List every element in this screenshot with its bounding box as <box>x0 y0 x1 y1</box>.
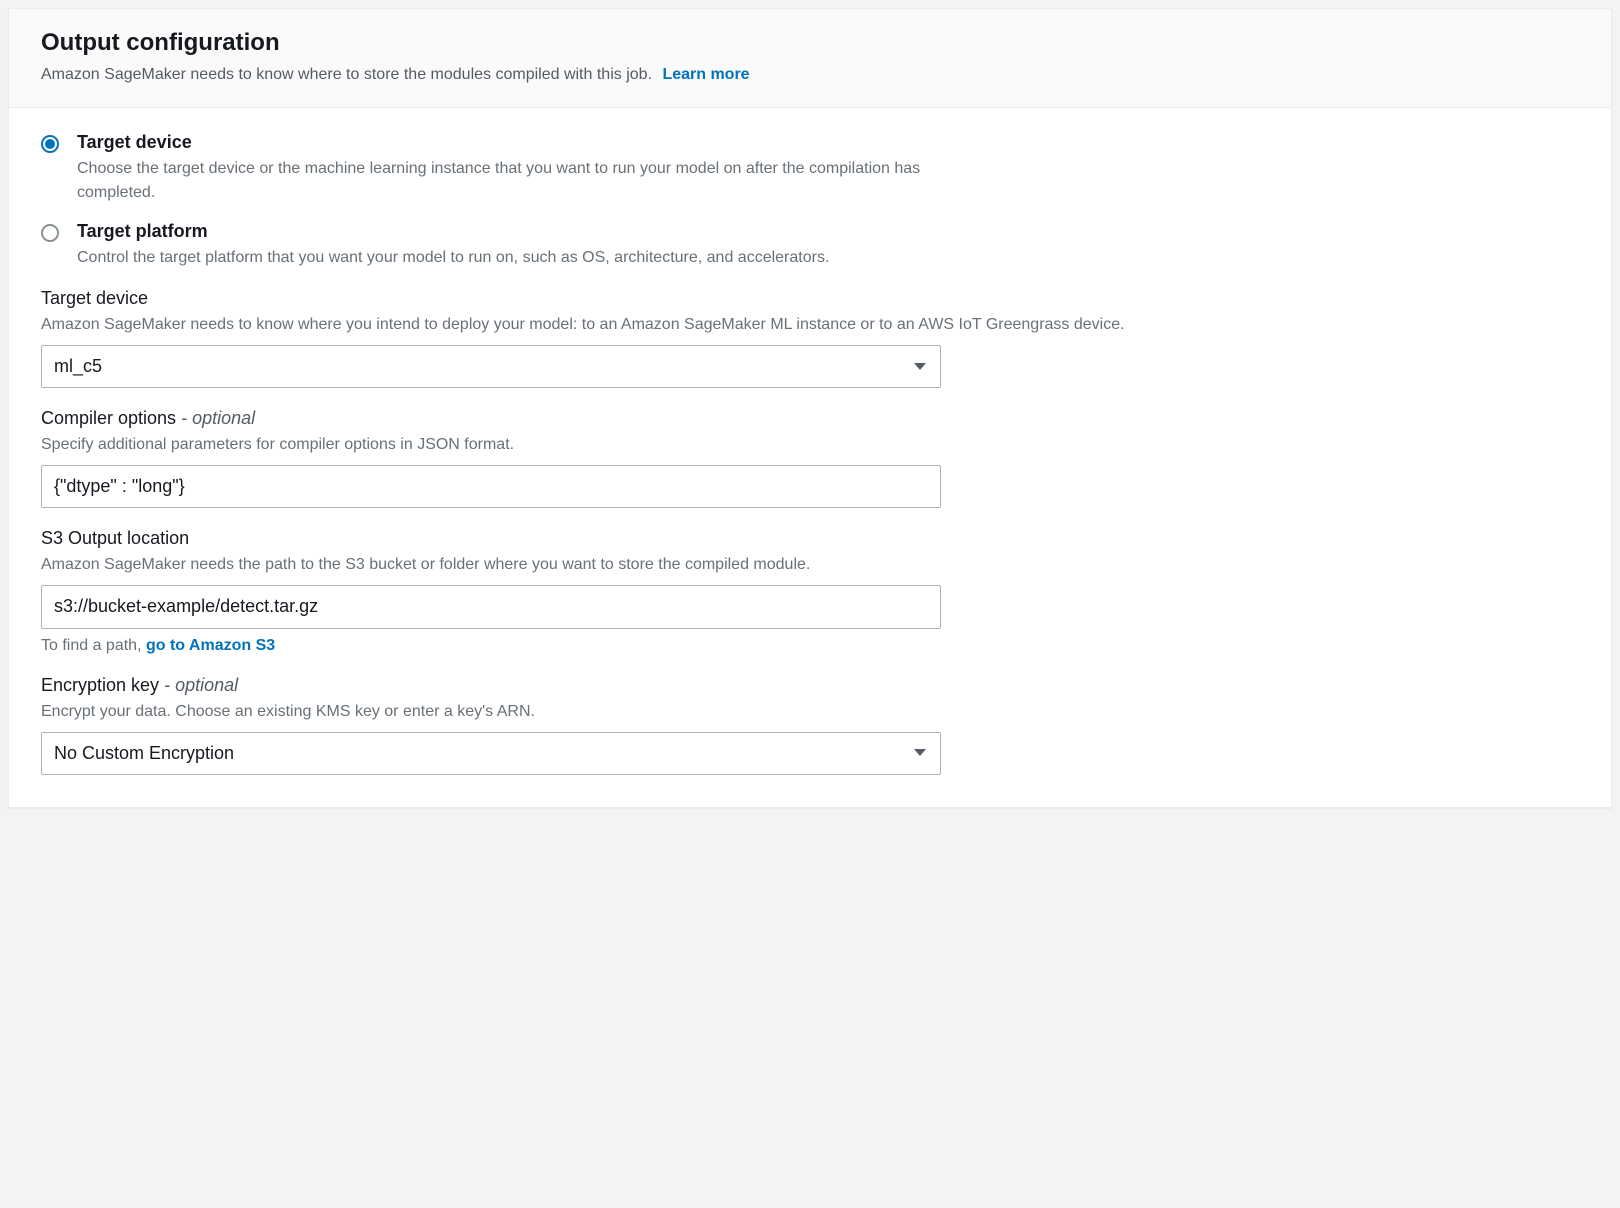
label-s3-output: S3 Output location <box>41 528 1579 549</box>
desc-encryption-key: Encrypt your data. Choose an existing KM… <box>41 700 1579 724</box>
learn-more-link[interactable]: Learn more <box>662 66 749 83</box>
field-compiler-options: Compiler options - optional Specify addi… <box>41 408 1579 508</box>
radio-option-target-platform[interactable]: Target platform Control the target platf… <box>41 221 1579 270</box>
radio-title-target-platform: Target platform <box>77 221 937 242</box>
radio-option-target-device[interactable]: Target device Choose the target device o… <box>41 132 1579 205</box>
select-target-device[interactable]: ml_c5 <box>41 345 941 388</box>
desc-s3-output: Amazon SageMaker needs the path to the S… <box>41 553 1579 577</box>
radio-indicator[interactable] <box>41 224 59 242</box>
input-s3-output[interactable] <box>41 585 941 628</box>
panel-subtitle: Amazon SageMaker needs to know where to … <box>41 63 1579 87</box>
field-s3-output: S3 Output location Amazon SageMaker need… <box>41 528 1579 654</box>
target-selection-radio-group: Target device Choose the target device o… <box>41 132 1579 270</box>
panel-body: Target device Choose the target device o… <box>9 108 1611 807</box>
panel-title: Output configuration <box>41 29 1579 57</box>
radio-title-target-device: Target device <box>77 132 937 153</box>
field-encryption-key: Encryption key - optional Encrypt your d… <box>41 675 1579 775</box>
input-compiler-options[interactable] <box>41 465 941 508</box>
label-encryption-key: Encryption key - optional <box>41 675 1579 696</box>
desc-target-device: Amazon SageMaker needs to know where you… <box>41 313 1579 337</box>
radio-desc-target-platform: Control the target platform that you wan… <box>77 246 937 270</box>
radio-indicator[interactable] <box>41 135 59 153</box>
select-encryption-key[interactable]: No Custom Encryption <box>41 732 941 775</box>
field-target-device: Target device Amazon SageMaker needs to … <box>41 288 1579 388</box>
radio-desc-target-device: Choose the target device or the machine … <box>77 157 937 205</box>
panel-header: Output configuration Amazon SageMaker ne… <box>9 9 1611 108</box>
label-compiler-options: Compiler options - optional <box>41 408 1579 429</box>
label-target-device: Target device <box>41 288 1579 309</box>
helper-s3-output: To find a path, go to Amazon S3 <box>41 637 1579 655</box>
desc-compiler-options: Specify additional parameters for compil… <box>41 433 1579 457</box>
output-configuration-panel: Output configuration Amazon SageMaker ne… <box>8 8 1612 808</box>
go-to-s3-link[interactable]: go to Amazon S3 <box>146 637 275 654</box>
